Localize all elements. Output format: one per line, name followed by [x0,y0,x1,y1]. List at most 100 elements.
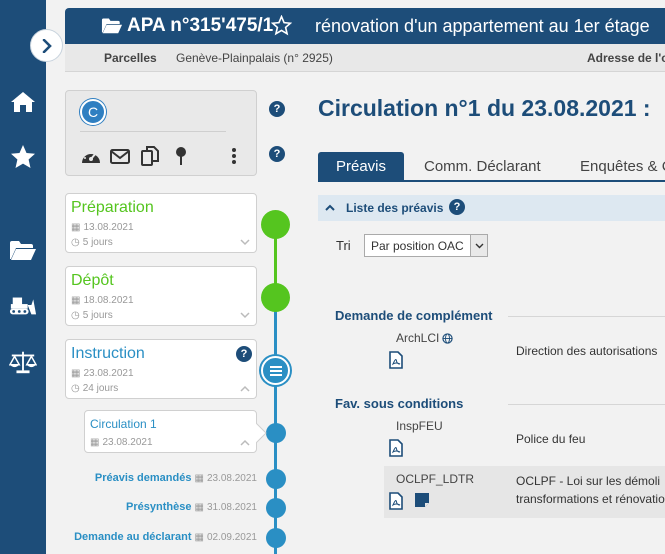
dossier-header: APA n°315'475/1 rénovation d'un appartem… [65,8,665,44]
calendar-icon: ▦ [194,531,204,543]
service-description: OCLPF - Loi sur les démoli [516,474,661,488]
folder-open-icon[interactable] [9,236,37,264]
chevron-up-icon[interactable] [240,439,250,446]
service-description-line2: transformations et rénovatio [516,492,665,506]
circulation-card[interactable]: Circulation 1 ▦ 23.08.2021 [84,410,257,453]
substep-demande-declarant[interactable]: Demande au déclarant ▦ 02.09.2021 [74,531,257,543]
menu-icon [269,365,282,376]
divider [508,316,665,317]
calendar-icon: ▦ [71,295,81,306]
service-description: Direction des autorisations [516,344,658,358]
parcelles-label: Parcelles [104,51,157,65]
clock-icon: ◷ [71,383,80,394]
chevron-up-icon[interactable] [325,204,335,211]
card-pointer [256,423,267,443]
divider [508,404,665,405]
calendar-icon: ▦ [71,222,81,233]
clock-icon: ◷ [71,237,80,248]
pdf-file-icon[interactable] [389,492,403,510]
preavis-row[interactable]: ArchLCI Direction des autorisations [384,325,665,375]
dashboard-gauge-icon[interactable] [80,145,102,167]
favorites-star-icon[interactable] [9,143,37,171]
preavis-row[interactable]: InspFEU Police du feu [384,413,665,463]
help-icon[interactable]: ? [269,101,285,117]
group-title-demande-complement: Demande de complément [335,308,493,323]
bulldozer-icon[interactable] [9,291,37,319]
step-title: Instruction [71,345,145,362]
divider [80,131,226,132]
dossier-subheader: Parcelles Genève-Plainpalais (n° 2925) A… [65,44,665,72]
adresse-label: Adresse de l'o [587,51,665,65]
step-title: Dépôt [71,272,114,289]
service-code: InspFEU [396,419,443,433]
tab-enquetes[interactable]: Enquêtes & C [566,152,665,181]
step-title: Préparation [71,199,154,216]
timeline-node-substep [266,423,286,443]
step-duration: ◷ 24 jours [71,383,119,394]
help-icon[interactable]: ? [269,146,285,162]
help-icon[interactable]: ? [236,346,252,362]
timeline-step-instruction[interactable]: Instruction ▦ 23.08.2021 ◷ 24 jours ? [65,339,257,399]
copy-icon[interactable] [139,145,161,167]
tab-comm-declarant[interactable]: Comm. Déclarant [410,152,555,181]
favorite-star-outline-icon[interactable] [271,15,292,36]
step-date: ▦ 23.08.2021 [71,368,134,379]
step-date: ▦ 18.08.2021 [71,295,134,306]
timeline-node-current[interactable] [261,356,290,385]
chevron-down-icon [470,235,487,256]
balance-scale-icon[interactable] [9,348,37,376]
chevron-down-icon[interactable] [240,239,250,246]
step-duration: ◷ 5 jours [71,310,113,321]
map-pin-icon[interactable] [170,145,192,167]
step-duration: ◷ 5 jours [71,237,113,248]
step-date: ▦ 13.08.2021 [71,222,134,233]
globe-icon[interactable] [442,332,454,344]
side-nav-rail [0,0,46,554]
more-vertical-icon[interactable] [223,145,245,167]
timeline-step-depot[interactable]: Dépôt ▦ 18.08.2021 ◷ 5 jours [65,266,257,326]
service-description: Police du feu [516,432,586,446]
home-icon[interactable] [9,88,37,116]
chevron-right-icon [42,38,52,53]
chevron-up-icon[interactable] [240,385,250,392]
timeline-node-done [261,283,290,312]
clock-icon: ◷ [71,310,80,321]
timeline-node-substep [266,469,286,489]
substep-presynthese[interactable]: Présynthèse ▦ 31.08.2021 [126,501,257,513]
sort-select[interactable]: Par position OAC [364,234,488,257]
timeline-node-done [261,210,290,239]
group-title-fav-sous-conditions: Fav. sous conditions [335,396,464,411]
note-icon[interactable] [414,492,430,508]
calendar-icon: ▦ [90,437,100,448]
dossier-subject: rénovation d'un appartement au 1er étage [315,16,650,36]
calendar-icon: ▦ [194,472,204,484]
help-icon[interactable]: ? [449,199,465,215]
circulation-title: Circulation 1 [90,417,157,431]
service-code: ArchLCI [396,331,454,345]
tab-preavis[interactable]: Préavis [318,152,404,181]
timeline-step-preparation[interactable]: Préparation ▦ 13.08.2021 ◷ 5 jours [65,193,257,253]
pdf-file-icon[interactable] [389,351,403,369]
parcelles-value[interactable]: Genève-Plainpalais (n° 2925) [176,51,333,65]
page-title: Circulation n°1 du 23.08.2021 : [318,95,651,121]
section-title: Liste des préavis [346,201,444,215]
timeline-node-substep [266,498,286,518]
section-header-preavis[interactable]: Liste des préavis ? [318,195,665,221]
pdf-file-icon[interactable] [389,439,403,457]
user-card: C [65,90,257,176]
avatar[interactable]: C [80,99,106,125]
folder-open-icon [101,18,123,34]
envelope-icon[interactable] [109,145,131,167]
service-code: OCLPF_LDTR [396,472,475,486]
circulation-date: ▦ 23.08.2021 [90,437,153,448]
tab-bar: Préavis Comm. Déclarant Enquêtes & C [318,152,665,182]
substep-preavis-demandes[interactable]: Préavis demandés ▦ 23.08.2021 [95,472,257,484]
sort-label: Tri [336,238,351,253]
dossier-number: APA n°315'475/1 [127,15,274,36]
calendar-icon: ▦ [71,368,81,379]
preavis-row[interactable]: OCLPF_LDTR OCLPF - Loi sur les démoli tr… [384,466,665,518]
calendar-icon: ▦ [194,501,204,513]
timeline-node-substep [266,528,286,548]
chevron-down-icon[interactable] [240,312,250,319]
collapse-toggle-button[interactable] [30,29,63,62]
